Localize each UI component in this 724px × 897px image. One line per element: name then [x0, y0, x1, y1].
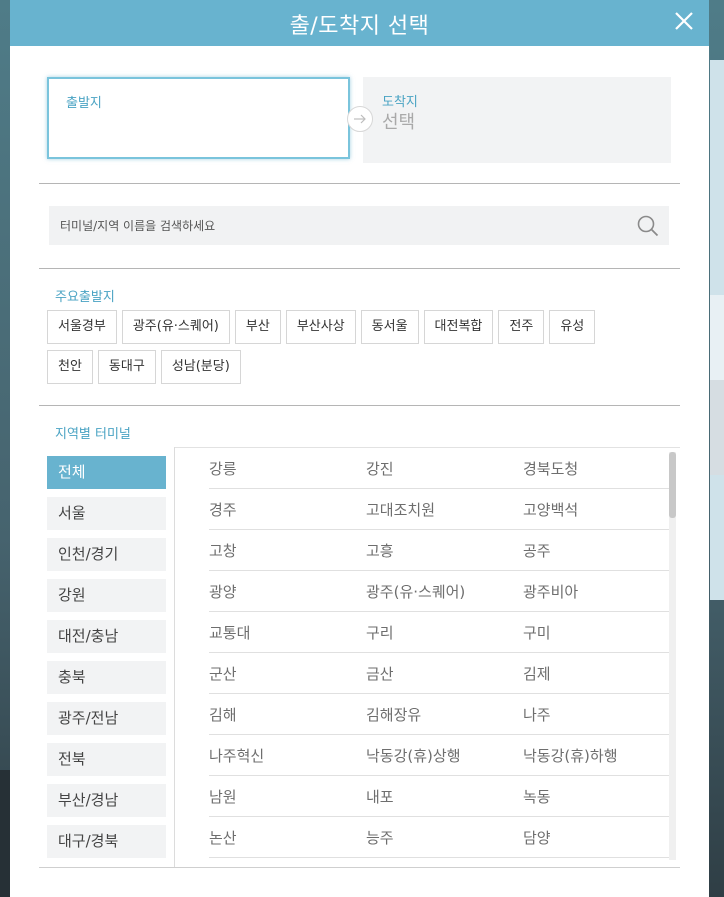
- divider: [174, 447, 175, 867]
- terminal-row: 강릉 강진 경북도청: [209, 448, 669, 489]
- terminal-item[interactable]: 김제: [523, 663, 663, 684]
- chip-departure[interactable]: 부산사상: [285, 310, 356, 344]
- chip-departure[interactable]: 대전복합: [423, 310, 494, 344]
- terminal-item[interactable]: 강릉: [209, 458, 366, 479]
- terminal-item[interactable]: 내포: [366, 786, 523, 807]
- terminal-item[interactable]: 경북도청: [523, 458, 663, 479]
- scrollbar-thumb[interactable]: [669, 452, 676, 518]
- terminal-item[interactable]: 공주: [523, 540, 663, 561]
- terminal-item[interactable]: 김해: [209, 704, 366, 725]
- main-departures-row: 천안 동대구 성남(분당): [47, 350, 241, 384]
- region-item-daejeon-chungnam[interactable]: 대전/충남: [47, 620, 166, 653]
- terminal-item[interactable]: 논산: [209, 827, 366, 848]
- search-input[interactable]: [49, 206, 619, 245]
- departure-label: 출발지: [66, 96, 102, 111]
- region-item-daegu-gyeongbuk[interactable]: 대구/경북: [47, 825, 166, 858]
- terminal-select-modal: 출/도착지 선택 출발지 도착지 선택 주요출발지 서울경부 광주(유·스퀘어): [10, 0, 709, 897]
- terminal-item[interactable]: 능주: [366, 827, 523, 848]
- terminal-item[interactable]: 나주: [523, 704, 663, 725]
- terminal-row: 경주 고대조치원 고양백석: [209, 489, 669, 530]
- background-panel: [710, 295, 724, 380]
- terminal-row: 광양 광주(유·스퀘어) 광주비아: [209, 571, 669, 612]
- terminal-row: 논산 능주 담양: [209, 817, 669, 858]
- arrival-value: 선택: [382, 112, 416, 133]
- terminal-item[interactable]: 강진: [366, 458, 523, 479]
- terminal-row: 고창 고흥 공주: [209, 530, 669, 571]
- region-item-gangwon[interactable]: 강원: [47, 579, 166, 612]
- terminal-item[interactable]: 고흥: [366, 540, 523, 561]
- region-item-seoul[interactable]: 서울: [47, 497, 166, 530]
- terminal-item[interactable]: 남원: [209, 786, 366, 807]
- terminal-item[interactable]: 구미: [523, 622, 663, 643]
- terminal-item[interactable]: 고양백석: [523, 499, 663, 520]
- region-item-busan-gyeongnam[interactable]: 부산/경남: [47, 784, 166, 817]
- terminal-item[interactable]: 담양: [523, 827, 663, 848]
- terminal-row: 나주혁신 낙동강(휴)상행 낙동강(휴)하행: [209, 735, 669, 776]
- terminal-list: 강릉 강진 경북도청 경주 고대조치원 고양백석 고창 고흥 공주 광양 광주(…: [209, 448, 669, 858]
- terminal-item[interactable]: 광양: [209, 581, 366, 602]
- chip-departure[interactable]: 동대구: [97, 350, 156, 384]
- main-departures-row: 서울경부 광주(유·스퀘어) 부산 부산사상 동서울 대전복합 전주 유성: [47, 310, 596, 344]
- terminal-item[interactable]: 녹동: [523, 786, 663, 807]
- terminal-item[interactable]: 김해장유: [366, 704, 523, 725]
- terminal-row: 교통대 구리 구미: [209, 612, 669, 653]
- regions-label: 지역별 터미널: [55, 427, 131, 442]
- region-item-all[interactable]: 전체: [47, 456, 166, 489]
- chip-departure[interactable]: 부산: [234, 310, 281, 344]
- arrow-right-icon: [347, 106, 373, 132]
- terminal-item[interactable]: 교통대: [209, 622, 366, 643]
- modal-title: 출/도착지 선택: [289, 14, 430, 39]
- terminal-item[interactable]: 경주: [209, 499, 366, 520]
- modal-header: 출/도착지 선택: [10, 0, 709, 46]
- region-item-jeonbuk[interactable]: 전북: [47, 743, 166, 776]
- terminal-item[interactable]: 고대조치원: [366, 499, 523, 520]
- region-item-gwangju-jeonnam[interactable]: 광주/전남: [47, 702, 166, 735]
- main-departures-label: 주요출발지: [55, 290, 115, 305]
- search-icon[interactable]: [637, 215, 659, 237]
- terminal-item[interactable]: 낙동강(휴)상행: [366, 745, 523, 766]
- divider: [39, 268, 680, 269]
- chip-departure[interactable]: 서울경부: [47, 310, 117, 344]
- terminal-item[interactable]: 광주비아: [523, 581, 663, 602]
- terminal-row: 남원 내포 녹동: [209, 776, 669, 817]
- chip-departure[interactable]: 전주: [498, 310, 545, 344]
- chip-departure[interactable]: 동서울: [360, 310, 419, 344]
- region-list: 전체 서울 인천/경기 강원 대전/충남 충북 광주/전남 전북 부산/경남 대…: [47, 456, 166, 866]
- chip-departure[interactable]: 광주(유·스퀘어): [121, 310, 230, 344]
- divider: [39, 183, 680, 184]
- terminal-item[interactable]: 금산: [366, 663, 523, 684]
- terminal-item[interactable]: 나주혁신: [209, 745, 366, 766]
- close-icon: [675, 12, 693, 30]
- search-box: [49, 206, 669, 245]
- divider: [39, 867, 680, 868]
- chip-departure[interactable]: 천안: [47, 350, 93, 384]
- close-button[interactable]: [671, 8, 697, 34]
- arrival-field[interactable]: 도착지 선택: [363, 77, 671, 163]
- departure-field[interactable]: 출발지: [47, 77, 350, 159]
- background-panel: [0, 770, 10, 897]
- terminal-item[interactable]: 광주(유·스퀘어): [366, 581, 523, 602]
- chip-departure[interactable]: 성남(분당): [160, 350, 241, 384]
- terminal-item[interactable]: 구리: [366, 622, 523, 643]
- region-item-chungbuk[interactable]: 충북: [47, 661, 166, 694]
- terminal-item[interactable]: 고창: [209, 540, 366, 561]
- background-panel: [710, 380, 724, 475]
- region-item-incheon-gyeonggi[interactable]: 인천/경기: [47, 538, 166, 571]
- chip-departure[interactable]: 유성: [549, 310, 596, 344]
- terminal-row: 군산 금산 김제: [209, 653, 669, 694]
- terminal-item[interactable]: 군산: [209, 663, 366, 684]
- terminal-row: 김해 김해장유 나주: [209, 694, 669, 735]
- terminal-item[interactable]: 낙동강(휴)하행: [523, 745, 663, 766]
- divider: [39, 405, 680, 406]
